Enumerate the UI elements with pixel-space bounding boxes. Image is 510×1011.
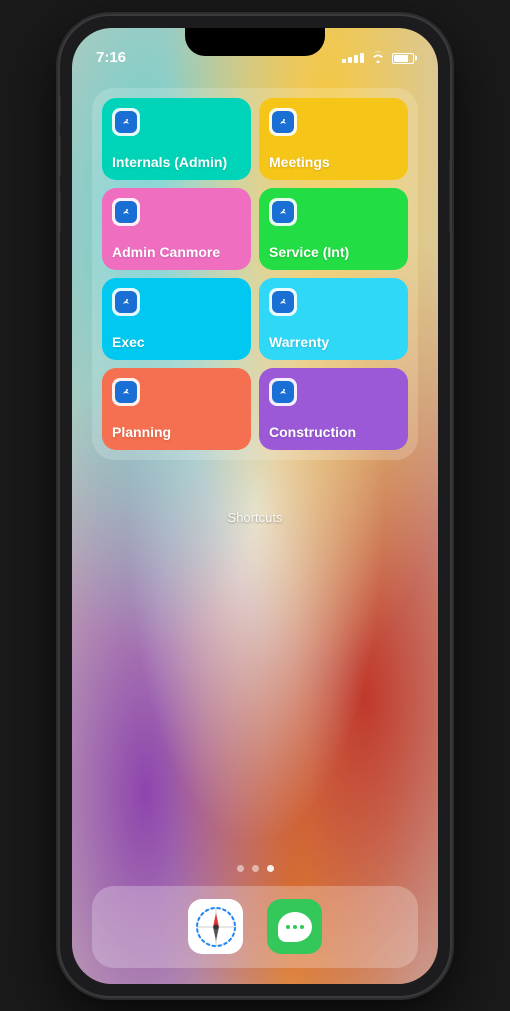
widget-label-planning: Planning [112,424,241,440]
widget-label-meetings: Meetings [269,154,398,170]
dock [92,886,418,968]
widget-icon-meetings [269,108,297,136]
widget-label-admin-canmore: Admin Canmore [112,244,241,260]
widget-label-service-int: Service (Int) [269,244,398,260]
widget-internals-admin[interactable]: Internals (Admin) [102,98,251,180]
page-dot-1 [237,865,244,872]
widget-icon-admin-canmore [112,198,140,226]
wifi-icon [370,51,386,66]
safari-app-icon[interactable] [188,899,243,954]
widget-construction[interactable]: Construction [259,368,408,450]
page-dot-3 [267,865,274,872]
status-icons [342,51,414,66]
volume-up-button[interactable] [60,136,61,176]
screen: 7:16 [72,28,438,984]
widget-label-internals-admin: Internals (Admin) [112,154,241,170]
widget-icon-construction [269,378,297,406]
widget-icon-planning [112,378,140,406]
widget-grid: Internals (Admin) Meetings Admin Canmore… [102,98,408,450]
widget-icon-warrenty [269,288,297,316]
widget-planning[interactable]: Planning [102,368,251,450]
widget-service-int[interactable]: Service (Int) [259,188,408,270]
widget-label-warrenty: Warrenty [269,334,398,350]
widget-icon-internals-admin [112,108,140,136]
signal-icon [342,53,364,63]
widget-icon-service-int [269,198,297,226]
widget-exec[interactable]: Exec [102,278,251,360]
messages-app-icon[interactable] [267,899,322,954]
power-button[interactable] [449,161,450,231]
mute-button[interactable] [60,96,61,124]
page-dot-2 [252,865,259,872]
volume-down-button[interactable] [60,191,61,231]
widget-label-construction: Construction [269,424,398,440]
widget-meetings[interactable]: Meetings [259,98,408,180]
battery-icon [392,53,414,64]
widget-label-exec: Exec [112,334,241,350]
page-dots [72,865,438,872]
status-time: 7:16 [96,49,126,66]
phone-frame: 7:16 [60,16,450,996]
widget-icon-exec [112,288,140,316]
notch [185,28,325,56]
widget-warrenty[interactable]: Warrenty [259,278,408,360]
shortcuts-widget: Internals (Admin) Meetings Admin Canmore… [92,88,418,460]
widget-admin-canmore[interactable]: Admin Canmore [102,188,251,270]
shortcuts-label: Shortcuts [72,510,438,525]
